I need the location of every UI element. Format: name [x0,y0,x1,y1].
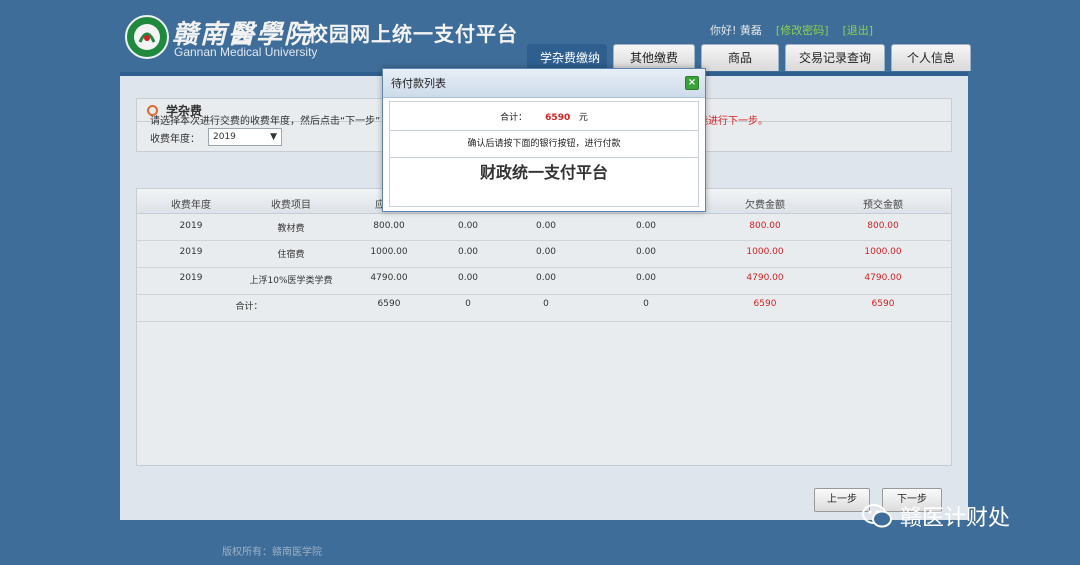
total-receivable: 6590 [377,299,401,309]
change-password-link[interactable]: [修改密码] [776,22,829,38]
cell-receivable: 1000.00 [370,247,408,257]
col-header-item: 收费项目 [271,200,311,211]
year-value: 2019 [213,132,236,142]
total-value: 0 [465,299,471,309]
dialog-total-amount: 6590 [545,112,571,123]
tab-tuition[interactable]: 学杂费缴纳 [527,44,607,71]
wechat-icon [862,504,892,528]
pending-payment-dialog: 待付款列表 × 合计： 6590 元 确认后请按下面的银行按钮，进行付款 财政统… [382,68,706,212]
year-row: 收费年度： 2019 ▼ [150,128,282,146]
cell-value: 0.00 [535,221,557,231]
cell-value: 0.00 [635,247,657,257]
year-label: 收费年度： [150,133,200,145]
university-logo [125,15,169,59]
tab-goods[interactable]: 商品 [701,44,779,71]
dialog-header: 待付款列表 × [383,69,705,98]
cell-prepaid: 1000.00 [864,247,902,257]
wechat-watermark: 赣医计财处 [862,500,1010,532]
tab-transaction-records[interactable]: 交易记录查询 [785,44,885,71]
close-icon[interactable]: × [685,76,699,90]
dialog-confirm-text: 确认后请按下面的银行按钮，进行付款 [390,131,698,158]
cell-value: 0.00 [635,273,657,283]
total-prepaid: 6590 [871,299,895,309]
logout-link[interactable]: [退出] [843,22,874,38]
dialog-total-unit: 元 [578,112,588,123]
dialog-total-row: 合计： 6590 元 [390,102,698,131]
total-arrears: 6590 [753,299,777,309]
cell-item: 教材费 [277,224,305,234]
site-title: 校园网上统一支付平台 [308,22,518,46]
cell-value: 0.00 [535,247,557,257]
cell-value: 0.00 [457,273,479,283]
cell-item: 上浮10%医学类学费 [249,276,333,286]
total-value: 0 [643,299,649,309]
col-header-prepaid: 预交金额 [863,200,903,211]
tab-personal-info[interactable]: 个人信息 [891,44,971,71]
main-nav: 学杂费缴纳 其他缴费 商品 交易记录查询 个人信息 [527,44,971,71]
cell-value: 0.00 [535,273,557,283]
finance-platform-button[interactable]: 财政统一支付平台 [390,158,698,188]
cell-arrears: 1000.00 [746,247,784,257]
cell-value: 0.00 [635,221,657,231]
dialog-title: 待付款列表 [391,77,446,90]
cell-prepaid: 4790.00 [864,273,902,283]
year-select[interactable]: 2019 ▼ [208,128,282,146]
user-info: 你好! 黄磊 [修改密码] [退出] [710,22,873,38]
cell-value: 0.00 [457,247,479,257]
fee-table: 收费年度 收费项目 应收 欠费金额 预交金额 2019 教材费 800.00 0… [136,188,952,466]
tab-other-fees[interactable]: 其他缴费 [613,44,695,71]
dropdown-arrow-icon: ▼ [270,132,277,142]
cell-year: 2019 [179,273,203,283]
cell-arrears: 4790.00 [746,273,784,283]
cell-receivable: 4790.00 [370,273,408,283]
col-header-year: 收费年度 [171,200,211,211]
instruction-text: 请选择本次进行交费的收费年度，然后点击“下一步” [150,116,381,127]
col-header-arrears: 欠费金额 [745,200,785,211]
cell-prepaid: 800.00 [867,221,899,231]
cell-year: 2019 [179,247,203,257]
cell-arrears: 800.00 [749,221,781,231]
watermark-text: 赣医计财处 [900,506,1011,531]
cell-value: 0.00 [457,221,479,231]
cell-year: 2019 [179,221,203,231]
cell-item: 住宿费 [277,250,305,260]
university-name-en: Gannan Medical University [174,45,318,59]
cell-receivable: 800.00 [373,221,405,231]
user-greeting: 你好! 黄磊 [710,24,762,37]
dialog-body: 合计： 6590 元 确认后请按下面的银行按钮，进行付款 财政统一支付平台 [389,101,699,207]
dialog-total-label: 合计： [500,112,528,123]
total-value: 0 [543,299,549,309]
footer-copyright: 版权所有：赣南医学院 [222,547,322,558]
total-label: 合计： [235,302,263,312]
